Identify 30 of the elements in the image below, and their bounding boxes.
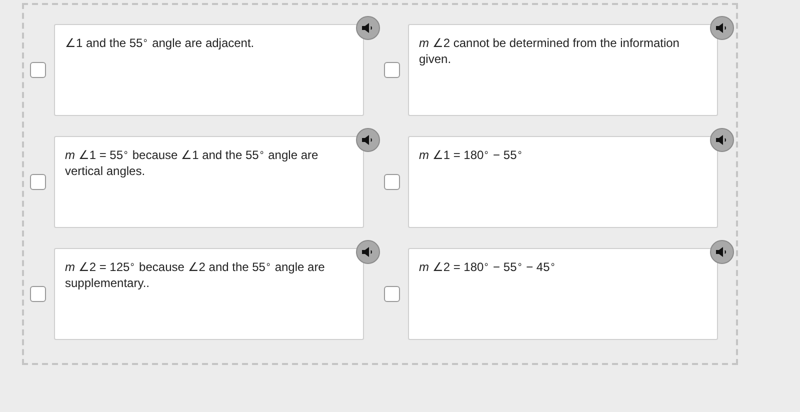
answer-card[interactable]: m ∠2 = 180$^{∘}$ − 55$^{∘}$ − 45$^{∘}$ bbox=[408, 248, 718, 340]
checkbox[interactable] bbox=[384, 286, 400, 302]
speaker-icon bbox=[716, 247, 728, 257]
answer-card[interactable]: m ∠1 = 180$^{∘}$ − 55$^{∘}$ bbox=[408, 136, 718, 228]
speaker-button[interactable] bbox=[356, 16, 380, 40]
speaker-icon bbox=[362, 23, 374, 33]
checkbox[interactable] bbox=[384, 174, 400, 190]
speaker-icon bbox=[362, 135, 374, 145]
speaker-icon bbox=[716, 23, 728, 33]
speaker-button[interactable] bbox=[710, 240, 734, 264]
speaker-button[interactable] bbox=[356, 128, 380, 152]
speaker-button[interactable] bbox=[710, 128, 734, 152]
answer-text: m ∠2 = 125$^{∘}$ because ∠2 and the 55$^{∘}$ angle are supplementary.. bbox=[65, 259, 326, 291]
speaker-button[interactable] bbox=[356, 240, 380, 264]
answer-text: m ∠1 = 55$^{∘}$ because ∠1 and the 55$^{∘}$ angle are vertical angles. bbox=[65, 147, 320, 179]
answer-text: m ∠2 = 180$^{∘}$ − 55$^{∘}$ − 45$^{∘}$ bbox=[419, 259, 557, 275]
answer-card[interactable]: m ∠2 = 125$^{∘}$ because ∠2 and the 55$^{∘}$ angle are supplementary.. bbox=[54, 248, 364, 340]
speaker-icon bbox=[362, 247, 374, 257]
checkbox[interactable] bbox=[30, 286, 46, 302]
checkbox[interactable] bbox=[30, 174, 46, 190]
checkbox[interactable] bbox=[30, 62, 46, 78]
answer-card[interactable]: m ∠2 cannot be determined from the information given. bbox=[408, 24, 718, 116]
answer-text: ∠1 and the 55$^{∘}$ angle are adjacent. bbox=[65, 35, 256, 51]
answer-text: m ∠2 cannot be determined from the information given. bbox=[419, 35, 680, 67]
speaker-icon bbox=[716, 135, 728, 145]
checkbox[interactable] bbox=[384, 62, 400, 78]
speaker-button[interactable] bbox=[710, 16, 734, 40]
answer-card[interactable]: m ∠1 = 55$^{∘}$ because ∠1 and the 55$^{∘}$ angle are vertical angles. bbox=[54, 136, 364, 228]
answer-card[interactable]: ∠1 and the 55$^{∘}$ angle are adjacent. bbox=[54, 24, 364, 116]
answer-text: m ∠1 = 180$^{∘}$ − 55$^{∘}$ bbox=[419, 147, 524, 163]
